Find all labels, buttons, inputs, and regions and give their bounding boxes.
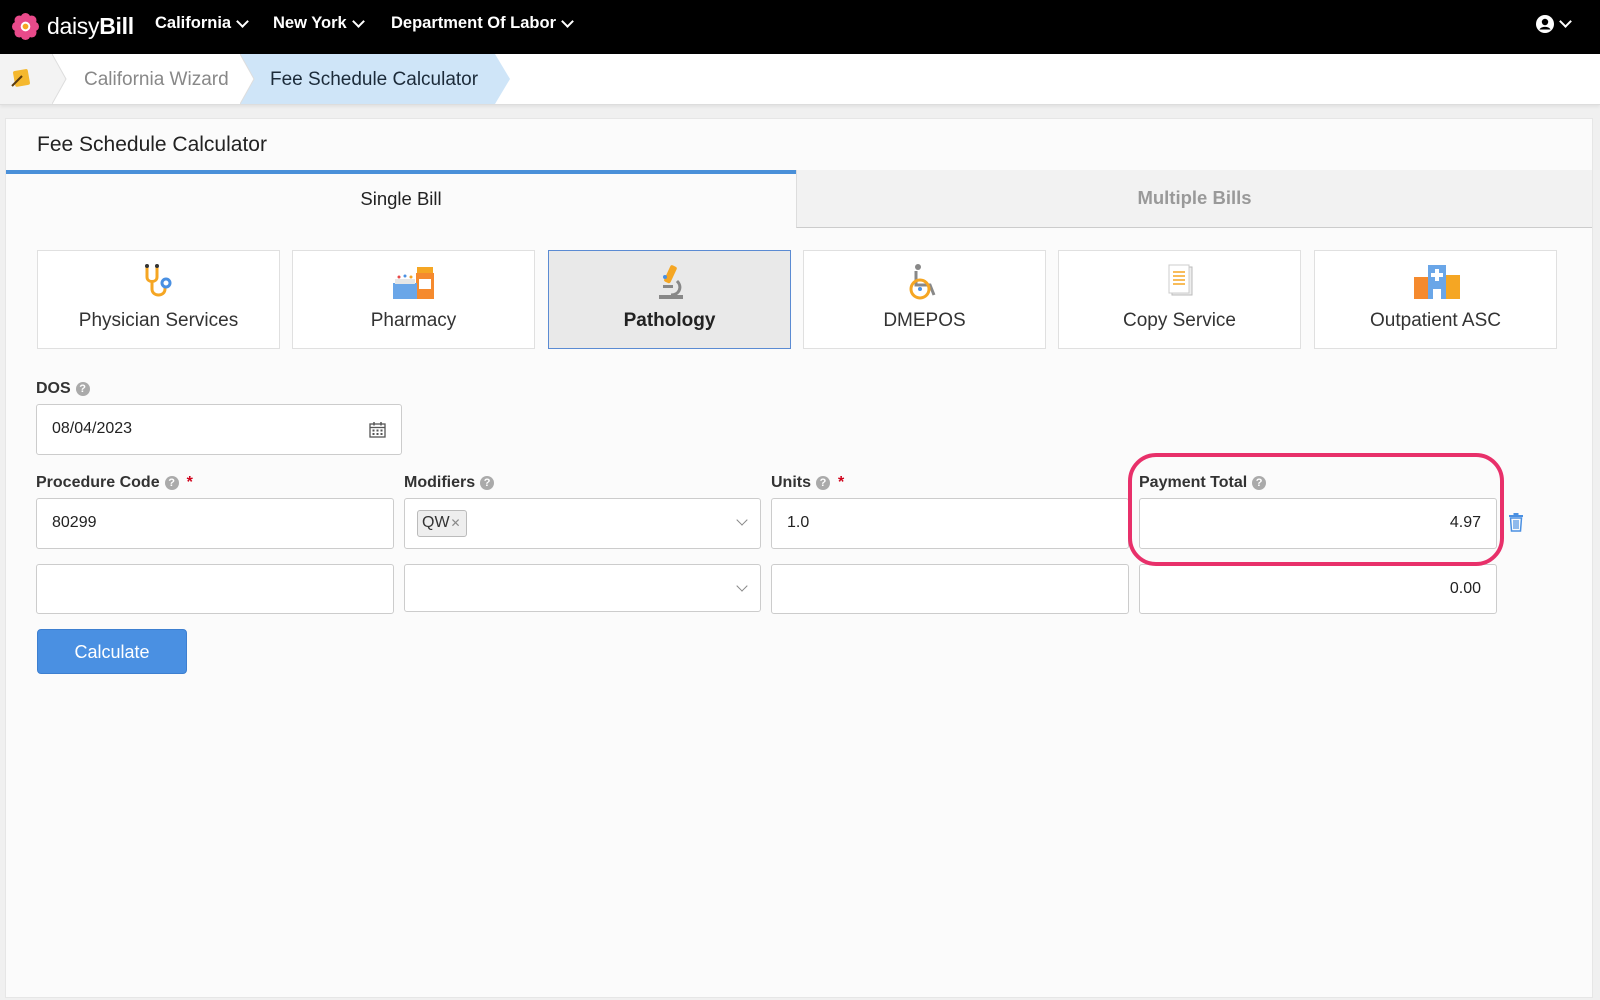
- user-menu[interactable]: [1536, 15, 1572, 33]
- required-marker: *: [838, 474, 845, 491]
- category-outpatient-asc[interactable]: Outpatient ASC: [1314, 250, 1557, 349]
- trash-icon[interactable]: [1508, 512, 1524, 532]
- category-dmepos[interactable]: DMEPOS: [803, 250, 1046, 349]
- category-label: Pharmacy: [370, 310, 457, 331]
- units-input[interactable]: [771, 564, 1129, 614]
- page-title: Fee Schedule Calculator: [37, 133, 267, 156]
- wheelchair-icon: [909, 264, 935, 300]
- nav-california-label: California: [155, 14, 232, 32]
- chevron-down-icon[interactable]: [736, 580, 748, 592]
- help-icon[interactable]: ?: [816, 476, 830, 490]
- chevron-down-icon[interactable]: [736, 514, 748, 526]
- dos-label: DOS ?: [36, 380, 90, 398]
- dos-date-input[interactable]: 08/04/2023: [36, 404, 402, 455]
- pharmacy-icon: [392, 267, 434, 299]
- nav-new-york-label: New York: [273, 14, 347, 32]
- nav-dol-label: Department Of Labor: [391, 14, 557, 32]
- category-pharmacy[interactable]: Pharmacy: [292, 250, 535, 349]
- nav-new-york[interactable]: New York: [273, 14, 365, 33]
- top-navbar: daisyBill California New York Department…: [0, 0, 1600, 54]
- breadcrumb: California Wizard Fee Schedule Calculato…: [0, 54, 1600, 105]
- microscope-icon: [658, 265, 683, 299]
- category-pathology[interactable]: Pathology: [548, 250, 791, 349]
- procedure-code-label: Procedure Code ? *: [36, 474, 193, 492]
- remove-tag-icon[interactable]: ✕: [451, 516, 461, 530]
- payment-total-highlight: [1128, 453, 1504, 566]
- dos-value: 08/04/2023: [52, 420, 133, 437]
- help-icon[interactable]: ?: [164, 476, 179, 490]
- nav-california[interactable]: California: [155, 14, 249, 33]
- modifier-tag[interactable]: QW✕: [417, 510, 467, 537]
- category-copy-service[interactable]: Copy Service: [1058, 250, 1301, 349]
- units-label: Units ? *: [771, 474, 844, 492]
- category-label: DMEPOS: [883, 310, 966, 331]
- breadcrumb-fee-schedule-calculator[interactable]: Fee Schedule Calculator: [270, 69, 478, 91]
- required-marker: *: [186, 474, 193, 491]
- tab-multiple-bills[interactable]: Multiple Bills: [796, 170, 1592, 228]
- modifiers-select[interactable]: [404, 564, 761, 612]
- dos-label-text: DOS: [36, 380, 71, 397]
- units-value: 1.0: [787, 514, 810, 531]
- daisybill-logo[interactable]: daisyBill: [12, 10, 134, 42]
- payment-total-field: 0.00: [1139, 564, 1497, 614]
- calculate-button[interactable]: Calculate: [37, 629, 187, 674]
- procedure-code-input[interactable]: [36, 564, 394, 614]
- chevron-down-icon: [351, 14, 365, 28]
- procedure-code-value: 80299: [52, 514, 97, 531]
- chevron-down-icon: [236, 14, 249, 28]
- logo-text: daisyBill: [47, 12, 134, 39]
- category-label: Copy Service: [1123, 310, 1236, 331]
- document-icon: [1168, 264, 1192, 296]
- chevron-down-icon: [1559, 15, 1572, 28]
- breadcrumb-home[interactable]: [0, 54, 52, 104]
- nav-department-of-labor[interactable]: Department Of Labor: [391, 14, 574, 33]
- daisy-logo-icon: [12, 12, 39, 40]
- user-account-icon: [1536, 15, 1554, 33]
- procedure-code-input[interactable]: 80299: [36, 498, 394, 549]
- category-label: Physician Services: [78, 310, 239, 331]
- help-icon[interactable]: ?: [480, 476, 495, 490]
- tab-single-bill[interactable]: Single Bill: [6, 170, 796, 228]
- help-icon[interactable]: ?: [75, 382, 90, 396]
- modifiers-label: Modifiers ?: [404, 474, 495, 492]
- breadcrumb-california-wizard[interactable]: California Wizard: [84, 69, 229, 91]
- modifiers-select[interactable]: QW✕: [404, 498, 761, 549]
- category-label: Outpatient ASC: [1370, 310, 1501, 331]
- stethoscope-icon: [144, 264, 171, 297]
- wizard-wand-icon: [11, 69, 30, 87]
- category-physician-services[interactable]: Physician Services: [37, 250, 280, 349]
- modifiers-label-text: Modifiers: [404, 474, 476, 491]
- bill-tabs: Single Bill Multiple Bills: [6, 170, 1592, 228]
- modifier-tag-label: QW: [422, 514, 450, 531]
- payment-total-value: 0.00: [1449, 580, 1481, 597]
- category-label: Pathology: [623, 310, 716, 331]
- hospital-icon: [1413, 265, 1460, 299]
- units-input[interactable]: 1.0: [771, 498, 1129, 549]
- calendar-icon[interactable]: [369, 421, 386, 438]
- units-label-text: Units: [771, 474, 811, 491]
- procedure-label-text: Procedure Code: [36, 474, 160, 491]
- chevron-down-icon: [561, 14, 574, 28]
- breadcrumb-separator: [52, 54, 67, 104]
